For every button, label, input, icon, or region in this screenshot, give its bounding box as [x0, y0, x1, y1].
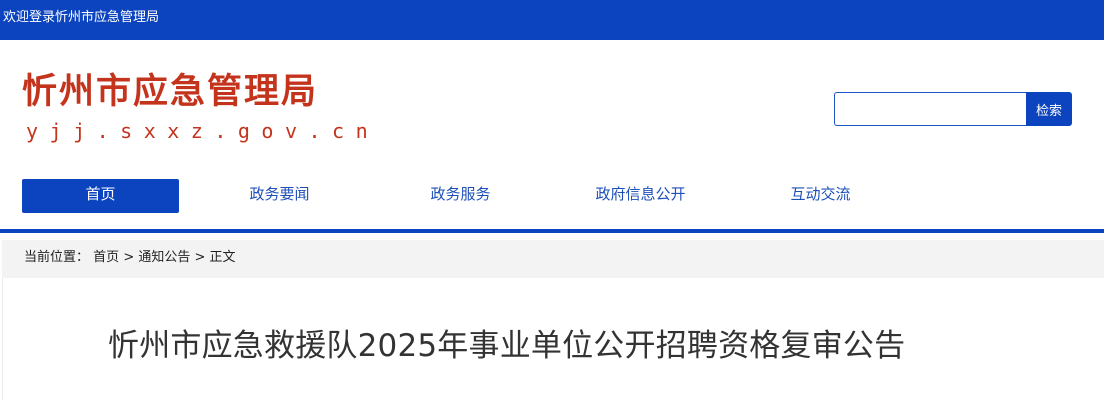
nav-item-services[interactable]: 政务服务 — [382, 179, 539, 213]
search-form: 检索 — [834, 92, 1072, 126]
breadcrumb-notices[interactable]: 通知公告 — [138, 250, 190, 265]
top-bar: 欢迎登录忻州市应急管理局 — [0, 0, 1104, 40]
breadcrumb: 当前位置： 首页 > 通知公告 > 正文 — [2, 240, 1104, 278]
nav-item-interaction[interactable]: 互动交流 — [742, 179, 899, 213]
main-nav: 首页 政务要闻 政务服务 政府信息公开 互动交流 — [0, 179, 1104, 213]
site-logo[interactable]: 忻州市应急管理局 yjj.sxxz.gov.cn — [22, 70, 379, 144]
nav-item-home[interactable]: 首页 — [22, 179, 179, 213]
article-title: 忻州市应急救援队2025年事业单位公开招聘资格复审公告 — [108, 328, 906, 364]
breadcrumb-separator: > — [194, 250, 210, 265]
search-input[interactable] — [834, 92, 1026, 126]
breadcrumb-separator: > — [123, 250, 139, 265]
site-name: 忻州市应急管理局 — [22, 72, 319, 112]
welcome-text: 欢迎登录忻州市应急管理局 — [3, 10, 160, 25]
breadcrumb-current: 正文 — [209, 250, 236, 265]
breadcrumb-prefix: 当前位置： — [24, 250, 90, 265]
site-domain: yjj.sxxz.gov.cn — [26, 119, 380, 143]
nav-item-info-disclosure[interactable]: 政府信息公开 — [562, 179, 719, 213]
nav-divider — [0, 229, 1104, 233]
search-button[interactable]: 检索 — [1026, 92, 1072, 126]
breadcrumb-home[interactable]: 首页 — [93, 250, 119, 265]
nav-item-news[interactable]: 政务要闻 — [201, 179, 358, 213]
